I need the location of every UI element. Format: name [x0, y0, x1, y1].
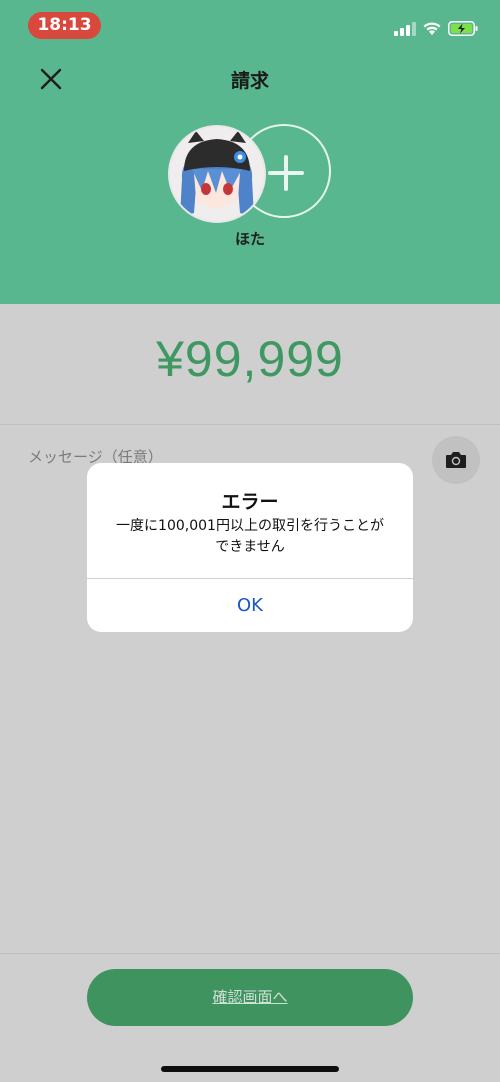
- divider: [0, 424, 500, 425]
- wifi-icon: [423, 22, 441, 35]
- header: 18:13 請求 ほた: [0, 0, 500, 304]
- amount-display[interactable]: ¥99,999: [0, 330, 500, 388]
- page-title: 請求: [230, 70, 269, 92]
- user-name: ほた: [234, 230, 265, 248]
- home-indicator: [161, 1066, 339, 1072]
- dialog-message: 一度に100,001円以上の取引を行うことが できません: [101, 516, 399, 558]
- status-time: 18:13: [28, 12, 101, 39]
- camera-button[interactable]: [432, 436, 480, 484]
- dialog-message-line: 一度に100,001円以上の取引を行うことが: [116, 518, 384, 534]
- avatar: [168, 125, 266, 223]
- confirm-button[interactable]: 確認画面へ: [87, 969, 413, 1026]
- divider: [0, 953, 500, 954]
- dialog-title: エラー: [221, 491, 279, 513]
- dialog-message-line: できません: [215, 539, 285, 555]
- status-bar: 18:13: [0, 0, 500, 50]
- error-dialog: エラー 一度に100,001円以上の取引を行うことが できません OK: [87, 463, 413, 632]
- ok-button[interactable]: OK: [87, 579, 413, 632]
- battery-charging-icon: [448, 21, 478, 36]
- camera-icon: [446, 452, 466, 468]
- cellular-signal-icon: [394, 22, 418, 36]
